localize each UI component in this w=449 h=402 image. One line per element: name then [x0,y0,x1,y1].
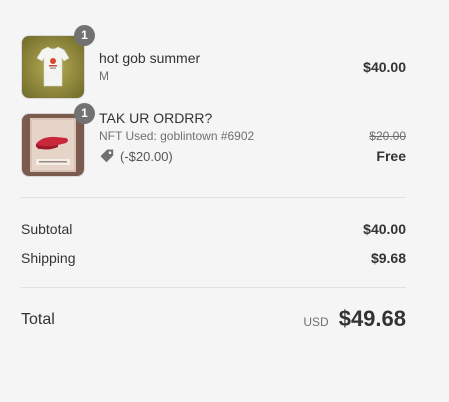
item-nft-used: NFT Used: goblintown #6902 [99,129,255,143]
item-name: hot gob summer [99,50,201,66]
total-amount: $49.68 [338,306,406,331]
order-summary: 1 hot gob summer M $40.00 1 TAK UR ORDRR… [21,0,406,402]
red-visor-product-image [21,113,85,177]
line-item: 1 TAK UR ORDRR? NFT Used: goblintown #69… [21,103,406,179]
item-price: $40.00 [363,59,406,75]
product-thumbnail: 1 [21,25,95,99]
discount-amount: (-$20.00) [120,148,173,164]
shipping-value: $9.68 [370,250,406,266]
total-value: USD $49.68 [303,306,406,332]
item-name: TAK UR ORDRR? [99,110,213,126]
divider [21,287,406,288]
total-label: Total [21,311,55,328]
discount-line: (-$20.00) [99,148,173,164]
quantity-badge: 1 [74,25,95,46]
item-variant: M [99,69,109,83]
product-thumbnail: 1 [21,103,95,177]
quantity-badge: 1 [74,103,95,124]
shipping-label: Shipping [21,250,76,266]
divider [21,197,406,198]
subtotal-label: Subtotal [21,221,73,237]
line-item: 1 hot gob summer M $40.00 [21,25,406,101]
currency-code: USD [303,315,329,329]
tag-icon [99,148,115,164]
subtotal-value: $40.00 [363,221,406,237]
item-price: Free [376,148,406,164]
item-original-price: $20.00 [369,129,406,143]
white-tshirt-product-image [21,35,85,99]
